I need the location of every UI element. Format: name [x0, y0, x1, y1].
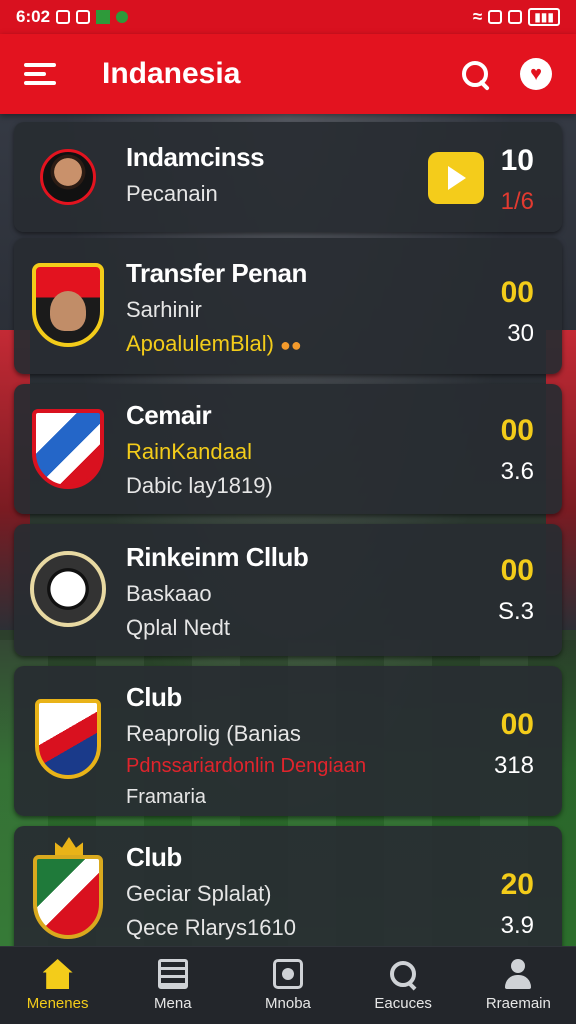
signal-icon	[488, 10, 503, 24]
nav-item-media[interactable]: Mnoba	[233, 959, 343, 1012]
score-primary: 00	[500, 414, 534, 447]
score-primary: 00	[500, 708, 534, 741]
score-primary: 10	[500, 144, 534, 177]
item-scores: 00 3.6	[501, 414, 534, 486]
item-title: Club	[126, 682, 182, 712]
item-detail: ApoalulemBlal) ●●	[126, 331, 302, 356]
list-item[interactable]: Rinkeinm Cllub Baskaao Qplal Nedt 00 S.3	[14, 524, 562, 656]
list-item-text: Cemair RainKandaal Dabic lay1819)	[126, 400, 442, 499]
notification-icon	[56, 10, 71, 24]
search-icon[interactable]	[460, 59, 490, 89]
item-subtitle: Geciar Splalat)	[126, 881, 272, 906]
item-detail: Dabic lay1819)	[126, 473, 273, 498]
list-item-text: Club Reaprolig (Banias Pdnssariardonlin …	[126, 682, 442, 809]
nav-item-explore[interactable]: Eacuces	[348, 959, 458, 1012]
nav-label: Rraemain	[485, 995, 551, 1012]
item-detail: Qece Rlarys1610	[126, 915, 296, 940]
avatar	[40, 149, 96, 205]
score-secondary: S.3	[497, 598, 534, 625]
app-title: Indanesia	[102, 57, 241, 90]
status-right: ≈ ▮▮▮	[473, 7, 560, 27]
club-crest	[30, 854, 106, 940]
item-scores: 00 S.3	[498, 554, 534, 626]
menu-icon[interactable]	[24, 63, 56, 85]
item-title: Indamcinss	[126, 142, 265, 172]
item-title: Club	[126, 842, 182, 872]
battery-icon: ▮▮▮	[528, 8, 560, 26]
app-notification-icon	[96, 10, 111, 24]
club-crest-image	[33, 855, 103, 939]
item-subtitle: Baskaao	[126, 581, 212, 606]
club-crest-image	[32, 263, 104, 347]
app-notification-dot-icon	[116, 11, 129, 23]
list-item-text: Transfer Penan Sarhinir ApoalulemBlal) ●●	[126, 258, 442, 357]
score-secondary: 30	[507, 320, 534, 347]
nav-label: Menenes	[26, 995, 89, 1012]
heart-icon[interactable]: ♥	[520, 58, 552, 90]
item-detail: Pdnssariardonlin Dengiaan	[126, 755, 367, 777]
club-crest	[30, 546, 106, 632]
nav-label: Mena	[154, 995, 192, 1012]
home-icon	[42, 959, 73, 989]
list-item[interactable]: Transfer Penan Sarhinir ApoalulemBlal) ●●…	[14, 238, 562, 374]
player-avatar	[30, 134, 106, 220]
app-bar: Indanesia ♥	[0, 34, 576, 114]
nav-item-news[interactable]: Mena	[118, 959, 228, 1012]
item-detail: Qplal Nedt	[126, 615, 230, 640]
item-title: Transfer Penan	[126, 258, 307, 288]
score-secondary: 318	[493, 752, 534, 779]
profile-icon	[503, 959, 533, 989]
item-scores: 20 3.9	[501, 868, 534, 940]
news-icon	[157, 959, 188, 989]
list-item-text: Club Geciar Splalat) Qece Rlarys1610	[126, 842, 442, 941]
wifi-icon: ≈	[472, 7, 483, 26]
item-subtitle: Sarhinir	[126, 297, 202, 322]
list-item-text: Indamcinss Pecanain	[126, 142, 442, 207]
score-secondary: 3.9	[500, 912, 534, 939]
play-button[interactable]	[428, 152, 484, 204]
status-bar: 6:02 ≈ ▮▮▮	[0, 0, 576, 34]
item-subtitle: Pecanain	[126, 181, 218, 206]
club-crest	[30, 696, 106, 782]
nav-item-home[interactable]: Menenes	[3, 959, 113, 1012]
score-secondary: 3.6	[500, 458, 534, 485]
status-time: 6:02	[16, 7, 51, 26]
nav-label: Mnoba	[265, 995, 311, 1012]
badge-icon: ●●	[279, 335, 302, 355]
app-actions: ♥	[460, 58, 552, 90]
club-crest	[30, 262, 106, 348]
item-subtitle: Reaprolig (Banias	[126, 721, 301, 746]
item-detail-2: Framaria	[126, 786, 207, 808]
item-scores: 00 30	[501, 276, 534, 348]
score-primary: 20	[500, 868, 534, 901]
nav-label: Eacuces	[374, 995, 432, 1012]
score-primary: 00	[500, 554, 534, 587]
list-item[interactable]: Club Reaprolig (Banias Pdnssariardonlin …	[14, 666, 562, 816]
list-item[interactable]: Club Geciar Splalat) Qece Rlarys1610 20 …	[14, 826, 562, 956]
club-crest-image	[35, 699, 101, 779]
media-icon	[272, 959, 303, 989]
item-scores: 10 1/6	[501, 144, 534, 216]
status-left: 6:02	[16, 7, 129, 27]
sim-icon	[508, 10, 523, 24]
bottom-navigation: Menenes Mena Mnoba Eacuces Rraemain	[0, 946, 576, 1024]
list-item[interactable]: Cemair RainKandaal Dabic lay1819) 00 3.6	[14, 384, 562, 514]
score-primary: 00	[500, 276, 534, 309]
list-item[interactable]: Indamcinss Pecanain 10 1/6	[14, 122, 562, 232]
notification-icon-2	[76, 10, 91, 24]
score-secondary: 1/6	[500, 188, 534, 215]
soccer-ball-icon	[30, 551, 106, 627]
item-subtitle: RainKandaal	[126, 439, 252, 464]
item-title: Rinkeinm Cllub	[126, 542, 309, 572]
explore-icon	[388, 959, 418, 989]
list-item-text: Rinkeinm Cllub Baskaao Qplal Nedt	[126, 542, 442, 641]
club-crest	[30, 406, 106, 492]
nav-item-profile[interactable]: Rraemain	[463, 959, 573, 1012]
item-scores: 00 318	[494, 708, 534, 780]
item-title: Cemair	[126, 400, 212, 430]
club-crest-image	[32, 409, 104, 489]
